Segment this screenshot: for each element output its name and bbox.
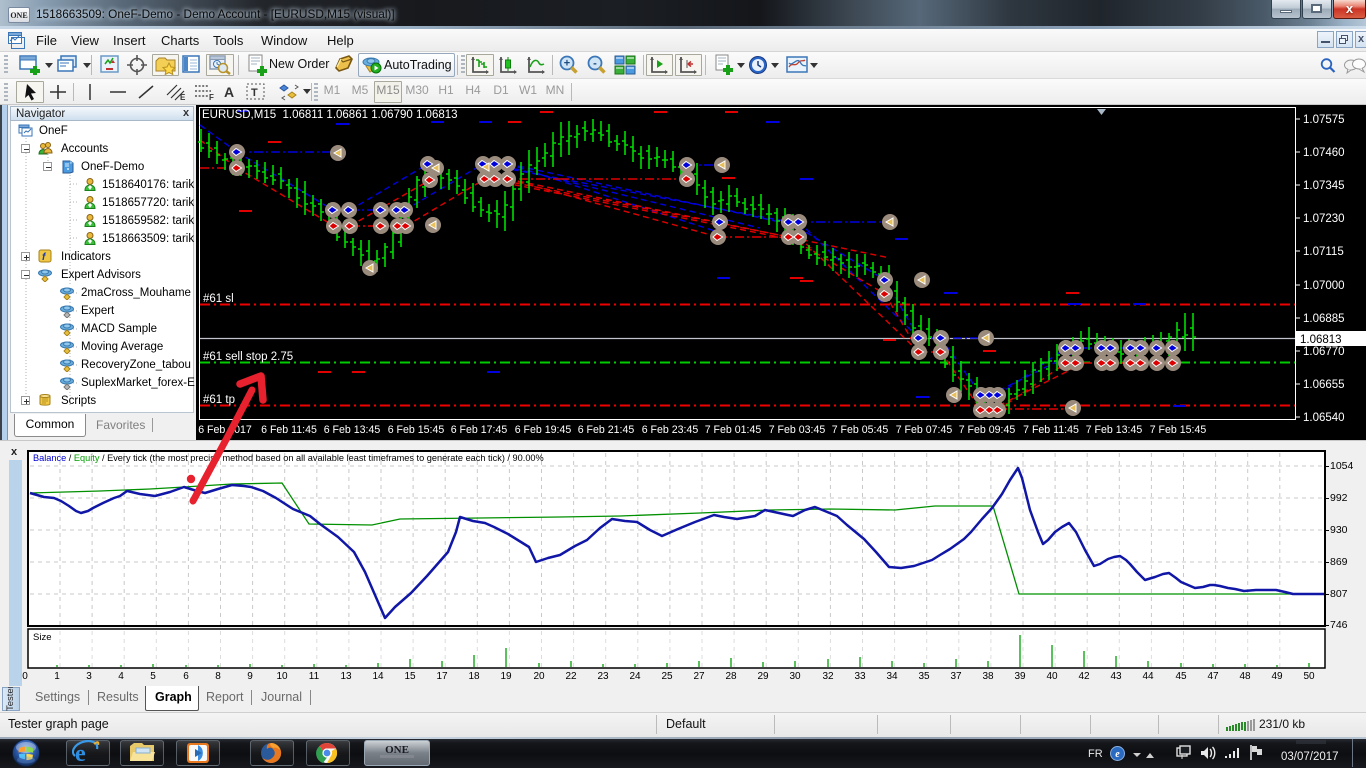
svg-text:-: -	[593, 58, 597, 70]
svg-text:F: F	[209, 93, 214, 101]
svg-text:7 Feb 13:45: 7 Feb 13:45	[1086, 424, 1143, 436]
svg-text:1.07230: 1.07230	[1303, 213, 1345, 225]
svg-text:6 Feb 23:45: 6 Feb 23:45	[642, 424, 699, 436]
svg-text:E: E	[180, 93, 186, 101]
svg-text:6 Feb 15:45: 6 Feb 15:45	[388, 424, 445, 436]
svg-text:1.07575: 1.07575	[1303, 114, 1345, 126]
svg-text:+: +	[564, 58, 570, 70]
svg-text:Balance / Equity / Every tick: Balance / Equity / Every tick (the most …	[33, 453, 544, 463]
svg-text:6 Feb 2017: 6 Feb 2017	[198, 424, 252, 436]
svg-text:7 Feb 09:45: 7 Feb 09:45	[959, 424, 1016, 436]
svg-text:7 Feb 01:45: 7 Feb 01:45	[705, 424, 762, 436]
svg-text:6 Feb 19:45: 6 Feb 19:45	[515, 424, 572, 436]
svg-text:7 Feb 05:45: 7 Feb 05:45	[832, 424, 889, 436]
svg-text:6 Feb 11:45: 6 Feb 11:45	[261, 424, 317, 436]
svg-text:T: T	[251, 87, 258, 99]
svg-text:7 Feb 07:45: 7 Feb 07:45	[896, 424, 953, 436]
svg-text:1.07115: 1.07115	[1303, 246, 1344, 258]
svg-text:Size: Size	[33, 632, 51, 643]
svg-text:1.07460: 1.07460	[1303, 147, 1345, 159]
svg-text:#61 sl: #61 sl	[203, 293, 234, 305]
svg-text:1.06540: 1.06540	[1303, 412, 1345, 424]
svg-text:#61 sell stop 2.75: #61 sell stop 2.75	[203, 351, 293, 363]
svg-text:1.06813: 1.06813	[1300, 334, 1342, 346]
svg-text:1.06885: 1.06885	[1303, 313, 1345, 325]
svg-text:e: e	[1115, 749, 1120, 760]
svg-text:1.06770: 1.06770	[1303, 346, 1345, 358]
svg-text:7 Feb 15:45: 7 Feb 15:45	[1150, 424, 1207, 436]
svg-text:1.07000: 1.07000	[1303, 280, 1345, 292]
svg-text:1.07345: 1.07345	[1303, 180, 1345, 192]
svg-text:6 Feb 21:45: 6 Feb 21:45	[578, 424, 635, 436]
svg-text:#61 tp: #61 tp	[203, 394, 235, 406]
svg-text:7 Feb 03:45: 7 Feb 03:45	[769, 424, 826, 436]
svg-text:6 Feb 17:45: 6 Feb 17:45	[451, 424, 508, 436]
svg-text:1.06655: 1.06655	[1303, 379, 1345, 391]
svg-text:6 Feb 13:45: 6 Feb 13:45	[324, 424, 381, 436]
svg-text:7 Feb 11:45: 7 Feb 11:45	[1023, 424, 1079, 436]
svg-text:EURUSD,M15 1.06811 1.06861 1.: EURUSD,M15 1.06811 1.06861 1.06790 1.068…	[202, 109, 458, 121]
